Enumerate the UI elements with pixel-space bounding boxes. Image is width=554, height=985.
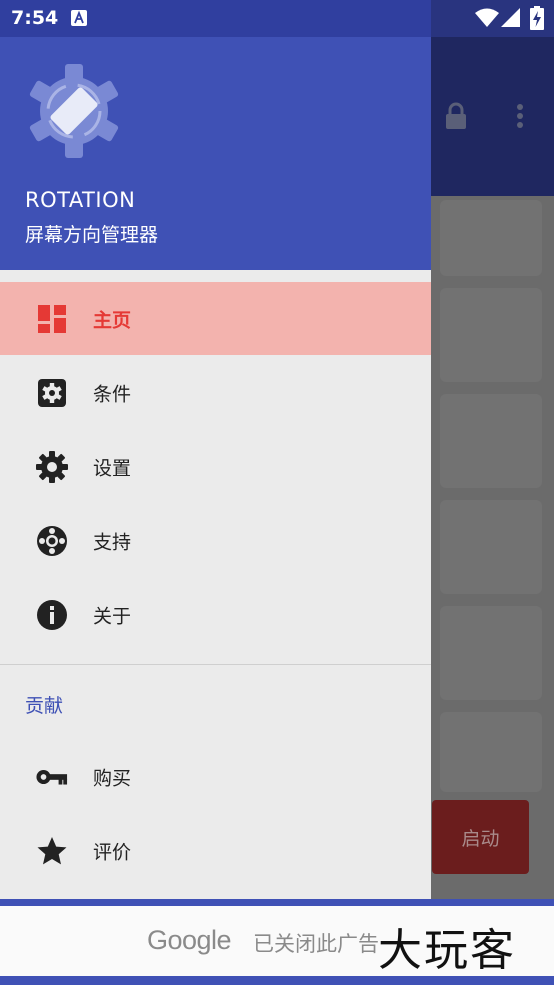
nav-item-home[interactable]: 主页	[0, 282, 431, 355]
key-icon	[36, 761, 68, 793]
nav-item-label: 关于	[93, 605, 132, 627]
watermark: 大玩客	[378, 925, 516, 976]
nav-item-conditions[interactable]: 条件	[0, 356, 431, 429]
navigation-drawer: ROTATION 屏幕方向管理器 主页 条件 设置 支持 关于 贡献 购买 评价	[0, 37, 431, 899]
section-title-contribute: 贡献	[25, 695, 64, 717]
dashboard-icon	[36, 303, 68, 335]
background-card	[440, 200, 542, 276]
background-card	[440, 712, 542, 792]
ad-content: Google 已关闭此广告 大玩客	[0, 906, 554, 976]
rotation-gear-logo	[29, 64, 119, 158]
drawer-header: ROTATION 屏幕方向管理器	[0, 37, 431, 270]
ad-banner[interactable]: Google 已关闭此广告 大玩客	[0, 899, 554, 985]
background-card	[440, 606, 542, 700]
nav-item-label: 主页	[93, 309, 132, 331]
nav-item-support[interactable]: 支持	[0, 504, 431, 577]
nav-item-rate[interactable]: 评价	[0, 814, 431, 887]
nav-item-label: 设置	[93, 457, 132, 479]
nav-item-label: 支持	[93, 531, 132, 553]
nav-item-settings[interactable]: 设置	[0, 430, 431, 503]
background-card	[440, 394, 542, 488]
background-card	[440, 288, 542, 382]
app-name: ROTATION	[25, 188, 136, 212]
signal-icon	[501, 8, 520, 27]
nav-item-label: 购买	[93, 767, 132, 789]
status-bar-left	[0, 0, 431, 37]
lock-icon[interactable]	[444, 102, 468, 130]
start-button-label: 启动	[461, 827, 500, 850]
battery-charging-icon	[530, 6, 544, 30]
ad-closed-text: 已关闭此广告	[253, 932, 379, 956]
text-notification-icon	[71, 10, 87, 26]
lifebuoy-icon	[36, 525, 68, 557]
info-icon	[36, 599, 68, 631]
drawer-divider	[0, 664, 431, 665]
ad-google-logo: Google	[147, 925, 232, 955]
more-vert-icon[interactable]	[510, 102, 530, 130]
nav-item-label: 评价	[93, 841, 132, 863]
app-subtitle: 屏幕方向管理器	[25, 224, 159, 246]
background-card	[440, 500, 542, 594]
wifi-icon	[475, 8, 499, 27]
settings-box-icon	[36, 377, 68, 409]
nav-item-label: 条件	[93, 383, 132, 405]
gear-icon	[36, 450, 68, 483]
star-icon	[36, 835, 68, 867]
start-button[interactable]: 启动	[432, 800, 529, 874]
status-bar: 7:54	[0, 0, 554, 37]
nav-item-about[interactable]: 关于	[0, 578, 431, 651]
clock: 7:54	[11, 7, 59, 29]
nav-item-purchase[interactable]: 购买	[0, 740, 431, 813]
